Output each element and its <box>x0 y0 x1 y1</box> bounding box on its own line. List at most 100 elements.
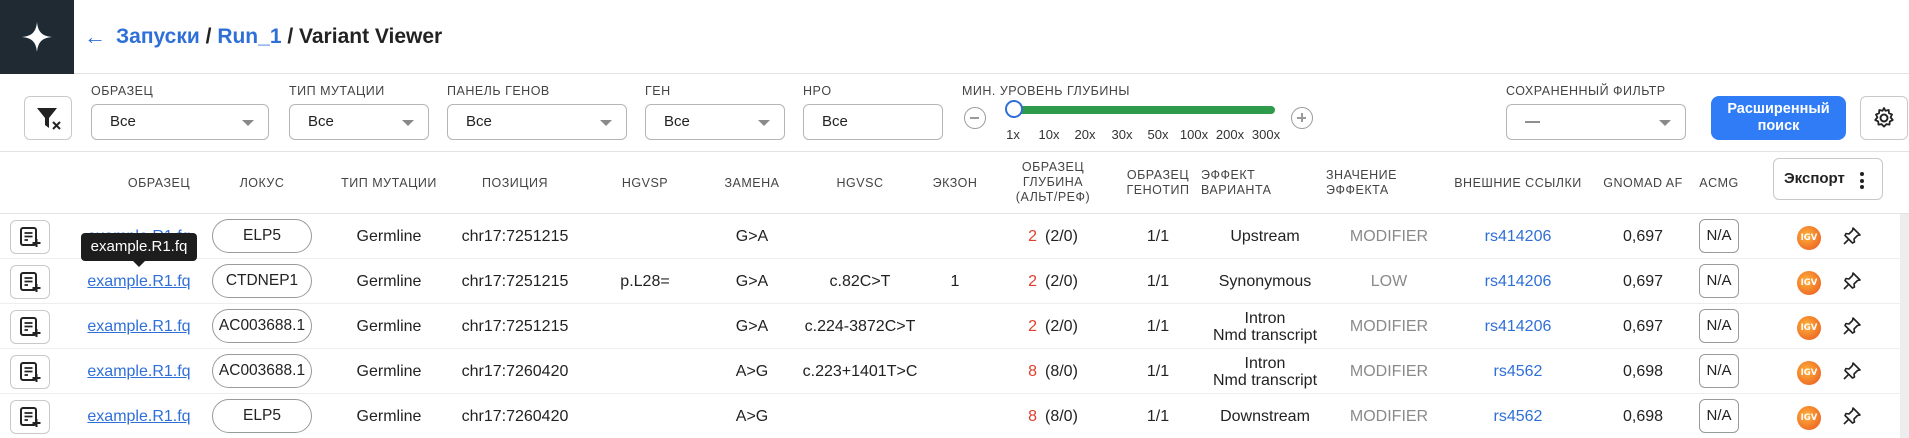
external-link[interactable]: rs4562 <box>1458 394 1578 438</box>
depth-tick: 200x <box>1215 127 1245 142</box>
col-hgvsc[interactable]: HGVSC <box>820 176 900 191</box>
genotype-cell: 1/1 <box>1146 273 1170 290</box>
acmg-select[interactable]: N/A <box>1699 264 1739 298</box>
sample-link[interactable]: example.R1.fq <box>84 394 194 438</box>
impact-cell: MODIFIER <box>1349 363 1429 380</box>
igv-icon[interactable]: IGV <box>1797 226 1821 250</box>
col-hgvsp[interactable]: HGVSP <box>610 176 680 191</box>
saved-filter-select[interactable]: — <box>1506 104 1686 140</box>
export-label: Экспорт <box>1784 170 1845 187</box>
depth-ratio: (2/0) <box>1045 273 1078 290</box>
acmg-select[interactable]: N/A <box>1699 219 1739 253</box>
col-mutation-type[interactable]: ТИП МУТАЦИИ <box>334 176 444 191</box>
pin-icon[interactable] <box>1842 226 1862 246</box>
add-note-button[interactable] <box>10 220 50 254</box>
add-note-button[interactable] <box>10 265 50 299</box>
igv-icon[interactable]: IGV <box>1797 271 1821 295</box>
app-logo[interactable] <box>0 0 74 74</box>
sample-tooltip: example.R1.fq <box>81 233 197 267</box>
igv-icon[interactable]: IGV <box>1797 406 1821 430</box>
table-row[interactable]: example.R1.fq CTDNEP1 Germline chr17:725121… <box>0 259 1909 304</box>
col-sample[interactable]: ОБРАЗЕЦ <box>104 176 214 191</box>
variant-effect-cell: Upstream <box>1200 214 1330 259</box>
col-exon[interactable]: ЭКЗОН <box>925 176 985 191</box>
pin-icon[interactable] <box>1842 271 1862 291</box>
gnomad-cell: 0,697 <box>1622 228 1664 245</box>
exon-cell <box>925 214 985 259</box>
locus-chip[interactable]: ELP5 <box>212 399 312 433</box>
mutation-type-cell: Germline <box>356 363 422 380</box>
impact-cell: MODIFIER <box>1349 318 1429 335</box>
external-link[interactable]: rs4562 <box>1458 349 1578 394</box>
depth-tick: 1x <box>1006 127 1020 142</box>
advanced-search-button[interactable]: Расширенный поиск <box>1711 96 1846 140</box>
pin-icon[interactable] <box>1842 361 1862 381</box>
col-sample-genotype[interactable]: ОБРАЗЕЦ ГЕНОТИП <box>1118 168 1198 198</box>
table-row[interactable]: example.R1.fq AC003688.1 Germline chr17:726… <box>0 349 1909 394</box>
breadcrumb-run[interactable]: Run_1 <box>217 25 281 48</box>
depth-decrease-icon[interactable] <box>964 107 986 129</box>
col-effect-impact[interactable]: ЗНАЧЕНИЕ ЭФФЕКТА <box>1326 168 1416 198</box>
sample-link[interactable]: example.R1.fq <box>84 304 194 349</box>
igv-icon[interactable]: IGV <box>1797 361 1821 385</box>
sample-filter-select[interactable]: Все <box>91 104 269 140</box>
table-scrollbar[interactable] <box>1900 214 1909 438</box>
external-link[interactable]: rs414206 <box>1458 259 1578 304</box>
depth-tick: 20x <box>1074 127 1096 142</box>
filter-bar: ОБРАЗЕЦ Все ТИП МУТАЦИИ Все ПАНЕЛЬ ГЕНОВ… <box>0 74 1909 152</box>
pin-icon[interactable] <box>1842 406 1862 426</box>
depth-increase-icon[interactable] <box>1291 107 1313 129</box>
pin-icon[interactable] <box>1842 316 1862 336</box>
acmg-select[interactable]: N/A <box>1699 354 1739 388</box>
gene-panel-select[interactable]: Все <box>447 104 627 140</box>
col-acmg[interactable]: ACMG <box>1694 176 1744 191</box>
clear-filters-button[interactable] <box>24 96 72 140</box>
locus-chip[interactable]: AC003688.1 <box>212 354 312 388</box>
depth-slider-track[interactable] <box>1012 106 1275 114</box>
locus-chip[interactable]: ELP5 <box>212 219 312 253</box>
sample-link[interactable]: example.R1.fq <box>84 349 194 394</box>
add-note-button[interactable] <box>10 400 50 434</box>
acmg-select[interactable]: N/A <box>1699 399 1739 433</box>
col-sample-depth[interactable]: ОБРАЗЕЦ ГЛУБИНА (АЛЬТ/РЕФ) <box>1008 160 1098 205</box>
col-variant-effect[interactable]: ЭФФЕКТ ВАРИАНТА <box>1201 168 1281 198</box>
col-depth-line1: ОБРАЗЕЦ <box>1021 160 1085 174</box>
gnomad-cell: 0,697 <box>1622 318 1664 335</box>
locus-chip[interactable]: CTDNEP1 <box>212 264 312 298</box>
locus-chip[interactable]: AC003688.1 <box>212 309 312 343</box>
mutation-type-select[interactable]: Все <box>289 104 429 140</box>
hgvsp-cell <box>605 394 685 438</box>
exon-cell <box>925 349 985 394</box>
gene-panel-label: ПАНЕЛЬ ГЕНОВ <box>447 84 550 98</box>
breadcrumb-runs[interactable]: Запуски <box>116 25 200 48</box>
depth-tick: 30x <box>1111 127 1133 142</box>
col-effect-line1: ЭФФЕКТ <box>1201 168 1256 182</box>
table-row[interactable]: example.R1.fq AC003688.1 Germline chr17:725… <box>0 304 1909 349</box>
col-impact-line2: ЭФФЕКТА <box>1326 183 1389 197</box>
table-row[interactable]: example.R1.fqELP5Germlinechr17:7251215G>… <box>0 214 1909 259</box>
col-locus[interactable]: ЛОКУС <box>222 176 302 191</box>
depth-alt-value: 2 <box>1028 318 1037 335</box>
depth-cell: 2 (2/0) <box>1008 259 1098 304</box>
external-link[interactable]: rs414206 <box>1458 214 1578 259</box>
acmg-select[interactable]: N/A <box>1699 309 1739 343</box>
hpo-input[interactable]: Все <box>803 104 943 140</box>
table-row[interactable]: example.R1.fq ELP5 Germline chr17:7260420 A>… <box>0 394 1909 438</box>
depth-slider-handle[interactable] <box>1005 100 1023 118</box>
export-button[interactable]: Экспорт <box>1773 158 1883 200</box>
external-link[interactable]: rs414206 <box>1458 304 1578 349</box>
settings-button[interactable] <box>1860 96 1908 140</box>
add-note-button[interactable] <box>10 355 50 389</box>
col-gnomad-af[interactable]: GNOMAD AF <box>1600 176 1686 191</box>
col-position[interactable]: ПОЗИЦИЯ <box>465 176 565 191</box>
col-external-links[interactable]: ВНЕШНИЕ ССЫЛКИ <box>1448 176 1588 191</box>
depth-tick: 50x <box>1147 127 1169 142</box>
mutation-type-cell: Germline <box>356 318 422 335</box>
hgvsc-cell: c.224-3872C>T <box>804 318 916 335</box>
col-substitution[interactable]: ЗАМЕНА <box>712 176 792 191</box>
igv-icon[interactable]: IGV <box>1797 316 1821 340</box>
back-arrow-icon[interactable]: ← <box>84 24 106 50</box>
position-cell: chr17:7260420 <box>461 363 569 380</box>
gene-select[interactable]: Все <box>645 104 785 140</box>
add-note-button[interactable] <box>10 310 50 344</box>
